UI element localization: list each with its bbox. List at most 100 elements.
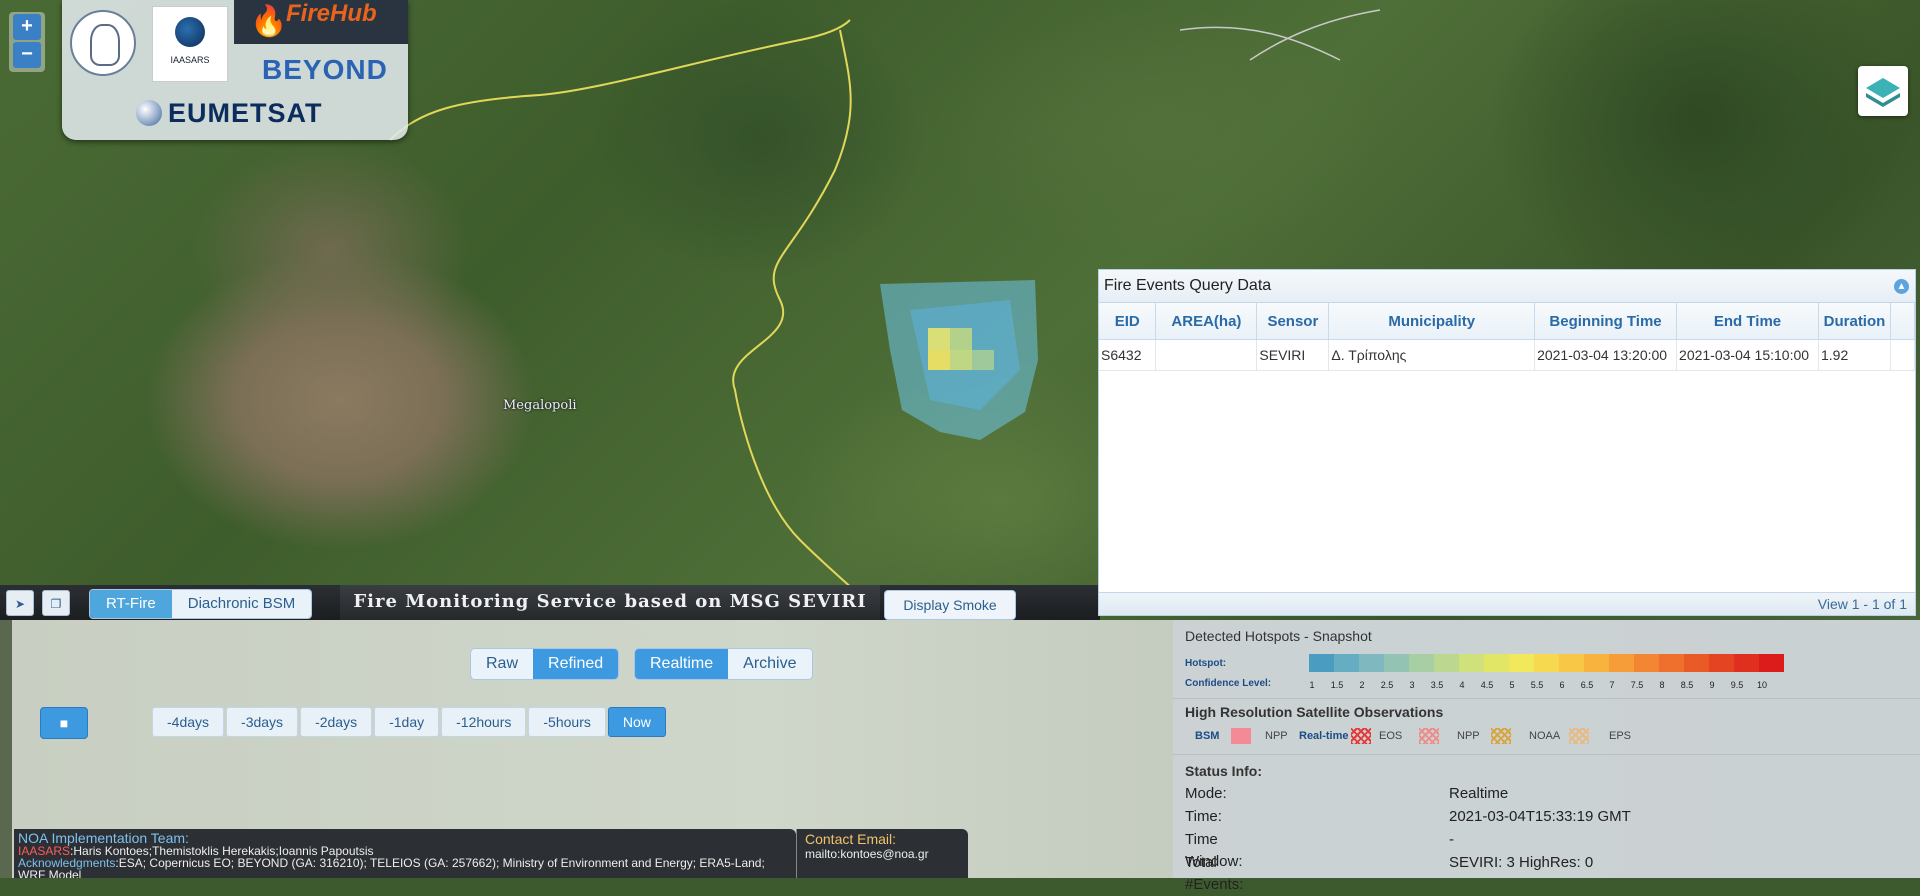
contact-box: Contact Email: mailto:kontoes@noa.gr [796,829,968,878]
range-3days[interactable]: -3days [226,707,299,737]
scale-swatch [1534,654,1559,672]
team-credits: NOA Implementation Team: IAASARS:Haris K… [14,829,796,878]
col-eid[interactable]: EID [1099,303,1157,340]
stop-icon: ■ [59,715,69,731]
scale-tick-label: 4.5 [1480,680,1494,690]
table-row[interactable]: S6432 SEVIRI Δ. Τρίπολης 2021-03-04 13:2… [1099,339,1916,371]
service-mode-toggle: RT-Fire Diachronic BSM [89,589,313,619]
cell-duration: 1.92 [1818,339,1891,371]
scale-tick-label: 5.5 [1530,680,1544,690]
scale-swatch [1459,654,1484,672]
col-municipality[interactable]: Municipality [1328,303,1536,340]
scale-tick-label: 5 [1509,680,1515,690]
pager-info: View 1 - 1 of 1 [1099,592,1915,615]
scale-swatch [1559,654,1584,672]
scale-tick-label: 6 [1559,680,1565,690]
fire-hotspot-overlay[interactable] [880,280,1040,440]
stop-button[interactable]: ■ [40,707,88,739]
range-5hours[interactable]: -5hours [528,707,606,737]
pointer-icon: ➤ [14,597,26,611]
scale-swatch [1434,654,1459,672]
npp-label-2: NPP [1457,730,1480,742]
range-now[interactable]: Now [607,707,666,737]
noaa-label: NOAA [1529,730,1561,742]
scale-tick-label: 1 [1309,680,1315,690]
layers-icon [1866,78,1900,107]
range-2days[interactable]: -2days [300,707,373,737]
scale-swatch [1609,654,1634,672]
layers-button[interactable] [1858,66,1908,116]
zoom-out-button[interactable]: − [13,42,41,68]
range-12hours[interactable]: -12hours [441,707,527,737]
table-header-row: EID AREA(ha) Sensor Municipality Beginni… [1099,303,1916,340]
panel-title: Fire Events Query Data [1104,277,1272,294]
refined-button[interactable]: Refined [533,649,619,679]
col-area[interactable]: AREA(ha) [1155,303,1258,340]
range-1day[interactable]: -1day [374,707,440,737]
map-toolbar: ➤ ❐ RT-Fire Diachronic BSM Fire Monitori… [0,585,1100,620]
town-label: Megalopoli [503,398,577,413]
team-heading: NOA Implementation Team: [18,830,189,846]
scale-tick-label: 6.5 [1580,680,1594,690]
control-area: Raw Refined Realtime Archive ■ -4days -3… [0,620,1920,893]
scale-tick-label: 1.5 [1330,680,1344,690]
scale-tick-label: 3.5 [1430,680,1444,690]
scale-tick-label: 2 [1359,680,1365,690]
scale-tick-label: 8.5 [1680,680,1694,690]
time-mode-toggle: Realtime Archive [634,648,813,680]
cell-sensor: SEVIRI [1256,339,1330,371]
display-smoke-button[interactable]: Display Smoke [884,590,1016,620]
tab-diachronic-bsm[interactable]: Diachronic BSM [171,590,312,618]
eos-label: EOS [1379,730,1403,742]
scale-tick-label: 7.5 [1630,680,1644,690]
scale-swatch [1359,654,1384,672]
scale-swatch [1709,654,1734,672]
scale-tick-label: 2.5 [1380,680,1394,690]
realtime-label: Real-time [1299,730,1349,742]
eps-label: EPS [1609,730,1632,742]
university-seal-logo [70,10,136,76]
npp-swatch [1419,728,1439,744]
time-range-selector: -4days -3days -2days -1day -12hours -5ho… [152,707,668,737]
scale-swatch [1484,654,1509,672]
scale-tick-label: 10 [1756,680,1768,690]
pointer-tool-button[interactable]: ➤ [6,590,34,616]
npp-label-1: NPP [1265,730,1288,742]
col-duration[interactable]: Duration [1818,303,1891,340]
scale-swatch [1584,654,1609,672]
raw-button[interactable]: Raw [471,649,534,679]
scale-tick-label: 7 [1609,680,1615,690]
tab-rt-fire[interactable]: RT-Fire [90,590,172,618]
scale-swatch [1409,654,1434,672]
col-sensor[interactable]: Sensor [1256,303,1330,340]
contact-email-link[interactable]: mailto:kontoes@noa.gr [805,847,960,861]
collapse-icon[interactable]: ▲ [1894,279,1909,294]
firehub-logo: 🔥 FireHub [234,0,408,44]
scale-swatch [1734,654,1759,672]
archive-button[interactable]: Archive [728,649,812,679]
window-tool-button[interactable]: ❐ [42,590,70,616]
hotspot-label: Hotspot: [1185,658,1227,669]
eos-swatch [1351,728,1371,744]
scale-swatch [1659,654,1684,672]
fire-events-panel: Fire Events Query Data ▲ EID AREA(ha) Se… [1098,269,1916,616]
scale-tick-label: 9 [1709,680,1715,690]
ack-text: :ESA; Copernicus EO; BEYOND (GA: 316210)… [18,856,765,878]
scale-swatch [1309,654,1334,672]
scale-swatch [1509,654,1534,672]
bsm-swatch [1231,728,1251,744]
range-4days[interactable]: -4days [152,707,225,737]
partner-logos: IAASARS 🔥 FireHub BEYOND EUMETSAT [62,0,408,140]
scale-swatch [1759,654,1784,672]
cell-beginning-time: 2021-03-04 13:20:00 [1534,339,1678,371]
zoom-in-button[interactable]: + [13,14,41,40]
confidence-label: Confidence Level: [1185,678,1272,689]
col-beginning-time[interactable]: Beginning Time [1534,303,1678,340]
contact-heading: Contact Email: [805,831,897,847]
col-end-time[interactable]: End Time [1676,303,1819,340]
confidence-color-scale [1309,654,1784,672]
realtime-button[interactable]: Realtime [635,649,729,679]
eumetsat-logo: EUMETSAT [136,98,323,129]
scale-tick-label: 4 [1459,680,1465,690]
eps-swatch [1569,728,1589,744]
